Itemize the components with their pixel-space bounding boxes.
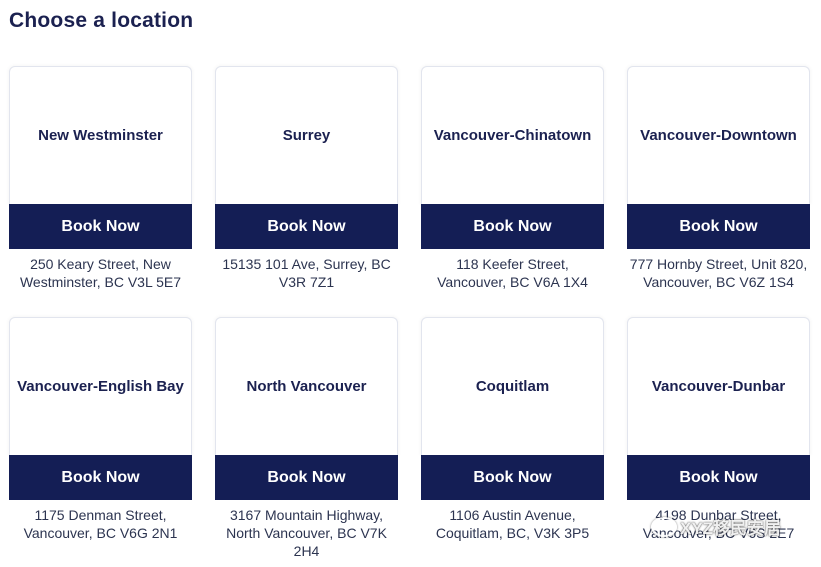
location-address: 250 Keary Street, New Westminster, BC V3… [19,256,182,290]
location-card-vancouver-chinatown: Vancouver-Chinatown Book Now 118 Keefer … [421,66,604,291]
location-address: 777 Hornby Street, Unit 820, Vancouver, … [629,256,808,290]
book-now-button[interactable]: Book Now [627,204,810,249]
page-title: Choose a location [9,9,194,32]
location-card-header[interactable]: Vancouver-English Bay [9,317,192,455]
location-card-header[interactable]: Coquitlam [421,317,604,455]
location-card-header[interactable]: New Westminster [9,66,192,204]
location-card-new-westminster: New Westminster Book Now 250 Keary Stree… [9,66,192,291]
location-card-header[interactable]: Vancouver-Dunbar [627,317,810,455]
location-address: 1106 Austin Avenue, Coquitlam, BC, V3K 3… [435,507,590,541]
location-card-coquitlam: Coquitlam Book Now 1106 Austin Avenue, C… [421,317,604,542]
location-name: North Vancouver [246,377,367,395]
location-name: Vancouver-Chinatown [433,126,592,144]
location-card-header[interactable]: Vancouver-Downtown [627,66,810,204]
location-card-surrey: Surrey Book Now 15135 101 Ave, Surrey, B… [215,66,398,291]
book-now-button[interactable]: Book Now [215,204,398,249]
book-now-button[interactable]: Book Now [421,204,604,249]
location-card-header[interactable]: Vancouver-Chinatown [421,66,604,204]
location-name: Vancouver-Downtown [640,126,797,144]
location-address: 118 Keefer Street, Vancouver, BC V6A 1X4 [437,256,588,290]
location-name: Vancouver-Dunbar [651,377,786,395]
location-card-vancouver-english-bay: Vancouver-English Bay Book Now 1175 Denm… [9,317,192,542]
location-name: Surrey [282,126,331,144]
location-grid: New Westminster Book Now 250 Keary Stree… [9,66,812,567]
location-address: 1175 Denman Street, Vancouver, BC V6G 2N… [23,507,178,541]
book-now-button[interactable]: Book Now [215,455,398,500]
location-name: Coquitlam [475,377,550,395]
location-card-header[interactable]: North Vancouver [215,317,398,455]
book-now-button[interactable]: Book Now [627,455,810,500]
location-card-vancouver-dunbar: Vancouver-Dunbar Book Now 4198 Dunbar St… [627,317,810,542]
location-address: 15135 101 Ave, Surrey, BC V3R 7Z1 [222,256,391,290]
book-now-button[interactable]: Book Now [9,455,192,500]
book-now-button[interactable]: Book Now [421,455,604,500]
location-address: 3167 Mountain Highway, North Vancouver, … [226,507,387,559]
book-now-button[interactable]: Book Now [9,204,192,249]
location-address: 4198 Dunbar Street, Vancouver, BC V6S 2E… [642,507,795,541]
location-name: New Westminster [38,126,163,144]
location-card-north-vancouver: North Vancouver Book Now 3167 Mountain H… [215,317,398,560]
location-name: Vancouver-English Bay [17,377,184,395]
location-card-header[interactable]: Surrey [215,66,398,204]
location-card-vancouver-downtown: Vancouver-Downtown Book Now 777 Hornby S… [627,66,810,291]
